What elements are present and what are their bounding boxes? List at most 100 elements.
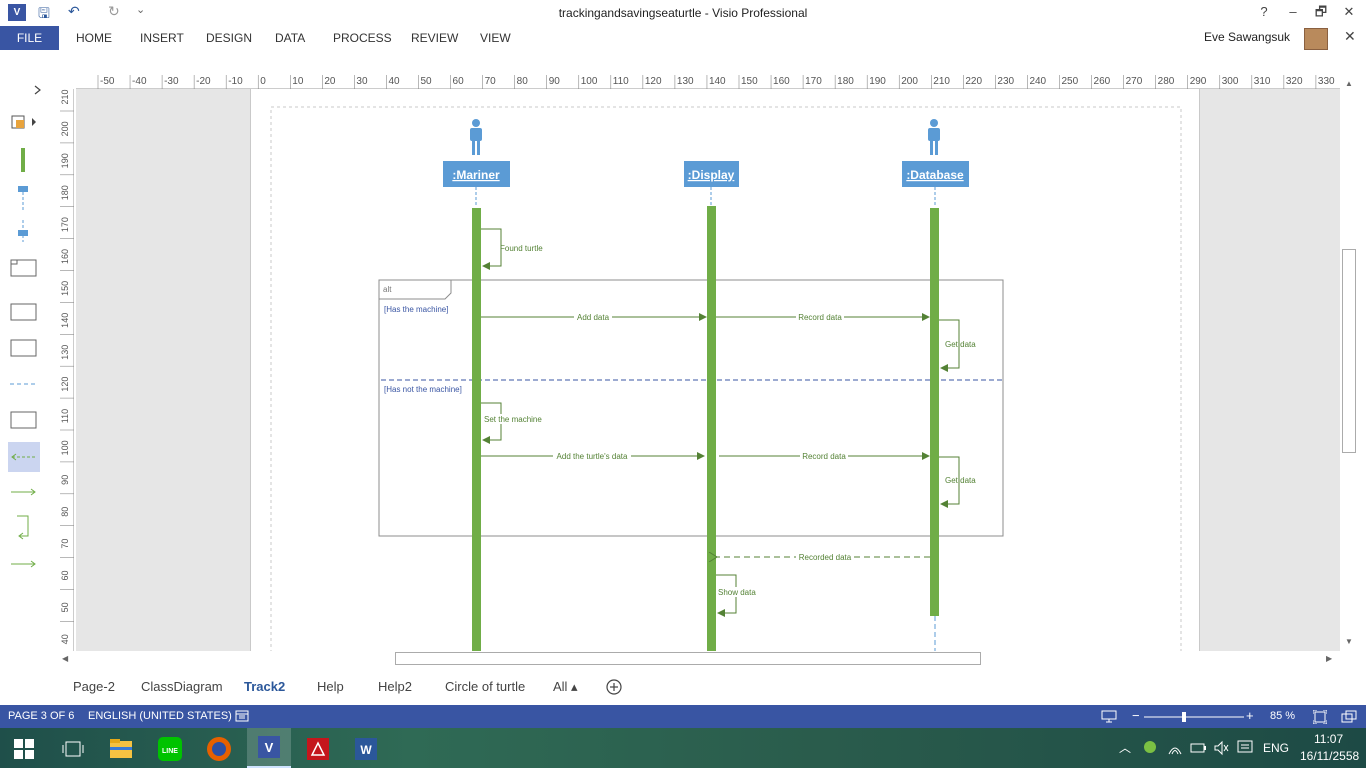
message-get-data-2[interactable]: Get data xyxy=(939,456,976,508)
vertical-scrollbar[interactable]: ▲ ▼ xyxy=(1340,73,1358,651)
add-page-icon[interactable] xyxy=(605,678,623,696)
tab-help[interactable]: Help xyxy=(317,679,344,694)
lifeline-icon[interactable] xyxy=(18,186,28,210)
parallel-fragment-icon[interactable] xyxy=(10,411,37,429)
return-message-icon[interactable] xyxy=(8,442,40,472)
message-add-data[interactable]: Add data xyxy=(481,312,707,322)
show-hidden-icons-icon[interactable]: ︿ xyxy=(1119,739,1131,756)
line-app-icon[interactable]: LINE xyxy=(150,733,190,765)
network-status-icon[interactable] xyxy=(1142,739,1158,755)
clock-time[interactable]: 11:07 xyxy=(1314,732,1343,746)
user-name[interactable]: Eve Sawangsuk xyxy=(1204,30,1290,44)
tab-home[interactable]: HOME xyxy=(76,26,112,50)
message-add-data-label: Add data xyxy=(577,313,610,322)
clock-date[interactable]: 16/11/2558 xyxy=(1300,749,1359,763)
zoom-in-icon[interactable]: + xyxy=(1246,708,1254,723)
tab-data[interactable]: DATA xyxy=(275,26,305,50)
alt-label: alt xyxy=(383,285,392,294)
save-icon[interactable]: 🖫 xyxy=(38,3,50,27)
zoom-level[interactable]: 85 % xyxy=(1270,710,1295,722)
scroll-down-icon[interactable]: ▼ xyxy=(1345,637,1353,646)
drawing-canvas[interactable]: :Mariner :Display :Database alt [Has the… xyxy=(76,89,1340,651)
tab-insert[interactable]: INSERT xyxy=(140,26,184,50)
lifeline-display[interactable]: :Display xyxy=(684,161,739,207)
firefox-icon[interactable] xyxy=(199,733,239,765)
tab-view[interactable]: VIEW xyxy=(480,26,511,50)
horizontal-scrollbar[interactable]: ◀ ▶ xyxy=(58,651,1340,667)
message-get-data-1[interactable]: Get data xyxy=(939,319,976,372)
avatar[interactable] xyxy=(1304,28,1328,50)
tab-file[interactable]: FILE xyxy=(0,26,59,50)
tab-process[interactable]: PROCESS xyxy=(333,26,392,50)
message-set-machine[interactable]: Set the machine xyxy=(481,402,543,444)
self-message-icon[interactable] xyxy=(17,515,29,540)
scroll-left-icon[interactable]: ◀ xyxy=(62,654,68,663)
file-explorer-icon[interactable] xyxy=(100,733,140,765)
word-icon[interactable]: W xyxy=(346,733,386,765)
zoom-out-icon[interactable]: − xyxy=(1132,708,1140,723)
taskbar-visio-active[interactable]: V xyxy=(247,728,291,768)
minimize-button[interactable]: – xyxy=(1282,2,1304,22)
close-button[interactable]: ✕ xyxy=(1338,2,1360,22)
page-indicator[interactable]: PAGE 3 OF 6 xyxy=(8,710,74,722)
help-button[interactable]: ? xyxy=(1253,2,1275,22)
volume-muted-icon[interactable] xyxy=(1213,740,1229,756)
loop-fragment-icon[interactable] xyxy=(10,339,37,357)
wifi-icon[interactable] xyxy=(1167,740,1183,756)
tab-design[interactable]: DESIGN xyxy=(206,26,252,50)
message-show-data[interactable]: Show data xyxy=(716,574,759,617)
activation-database[interactable] xyxy=(930,208,939,616)
tab-track2[interactable]: Track2 xyxy=(244,679,285,694)
action-center-icon[interactable] xyxy=(1237,740,1253,756)
macro-icon[interactable] xyxy=(235,710,249,722)
activation-display[interactable] xyxy=(707,206,716,651)
tab-class-diagram[interactable]: ClassDiagram xyxy=(141,679,223,694)
zoom-slider[interactable] xyxy=(1144,711,1244,723)
lifeline-activation-icon[interactable] xyxy=(21,148,25,172)
message-record-data-2[interactable]: Record data xyxy=(719,451,930,461)
customize-toolbar-icon[interactable]: ⌄ xyxy=(136,3,145,16)
shapes-menu-icon[interactable] xyxy=(11,115,36,129)
lifeline-database[interactable]: :Database xyxy=(902,161,969,207)
tab-all[interactable]: All ▴ xyxy=(553,679,578,695)
horizontal-scroll-thumb[interactable] xyxy=(395,652,981,665)
task-view-icon[interactable] xyxy=(62,740,84,758)
windows-start-icon[interactable] xyxy=(14,739,34,759)
restore-button[interactable]: 🗗 xyxy=(1310,2,1332,22)
tab-review[interactable]: REVIEW xyxy=(411,26,458,50)
lifeline-object-icon[interactable] xyxy=(18,220,28,242)
message-found-turtle[interactable]: Found turtle xyxy=(481,228,543,270)
tab-page-2[interactable]: Page-2 xyxy=(73,679,115,694)
ruler-v-label: 150 xyxy=(60,281,70,296)
drawing-page[interactable]: :Mariner :Display :Database alt [Has the… xyxy=(250,89,1200,651)
vertical-scroll-thumb[interactable] xyxy=(1342,249,1356,453)
page-margin xyxy=(270,106,1182,651)
fragment-icon[interactable] xyxy=(10,259,37,277)
tab-help2[interactable]: Help2 xyxy=(378,679,412,694)
scroll-right-icon[interactable]: ▶ xyxy=(1326,654,1332,663)
message-record-data-1[interactable]: Record data xyxy=(716,312,930,322)
redo-icon[interactable]: ↻ xyxy=(108,3,120,20)
battery-icon[interactable] xyxy=(1189,740,1207,756)
scroll-up-icon[interactable]: ▲ xyxy=(1345,79,1353,88)
mariner-actor-icon[interactable] xyxy=(470,119,482,155)
visio-app-icon[interactable]: V xyxy=(8,4,26,21)
undo-icon[interactable]: ↶ xyxy=(68,3,80,20)
presentation-mode-icon[interactable] xyxy=(1101,710,1117,723)
message-add-turtle-data[interactable]: Add the turtle's data xyxy=(481,451,705,461)
optional-fragment-icon[interactable] xyxy=(10,303,37,321)
close-ribbon-icon[interactable]: ✕ xyxy=(1344,28,1356,45)
input-language[interactable]: ENG xyxy=(1263,741,1289,755)
activation-mariner[interactable] xyxy=(472,208,481,651)
message-recorded-data[interactable]: Recorded data xyxy=(717,552,930,562)
message-icon[interactable] xyxy=(11,488,36,496)
database-actor-icon[interactable] xyxy=(928,119,940,155)
language-indicator[interactable]: ENGLISH (UNITED STATES) xyxy=(88,710,232,722)
expand-shapes-icon[interactable] xyxy=(34,85,41,95)
tab-circle-of-turtle[interactable]: Circle of turtle xyxy=(445,679,525,694)
asynchronous-message-icon[interactable] xyxy=(11,560,36,568)
acrobat-icon[interactable] xyxy=(298,733,338,765)
lifeline-mariner[interactable]: :Mariner xyxy=(443,161,510,207)
switch-windows-icon[interactable] xyxy=(1341,710,1357,724)
fit-page-icon[interactable] xyxy=(1313,710,1327,724)
